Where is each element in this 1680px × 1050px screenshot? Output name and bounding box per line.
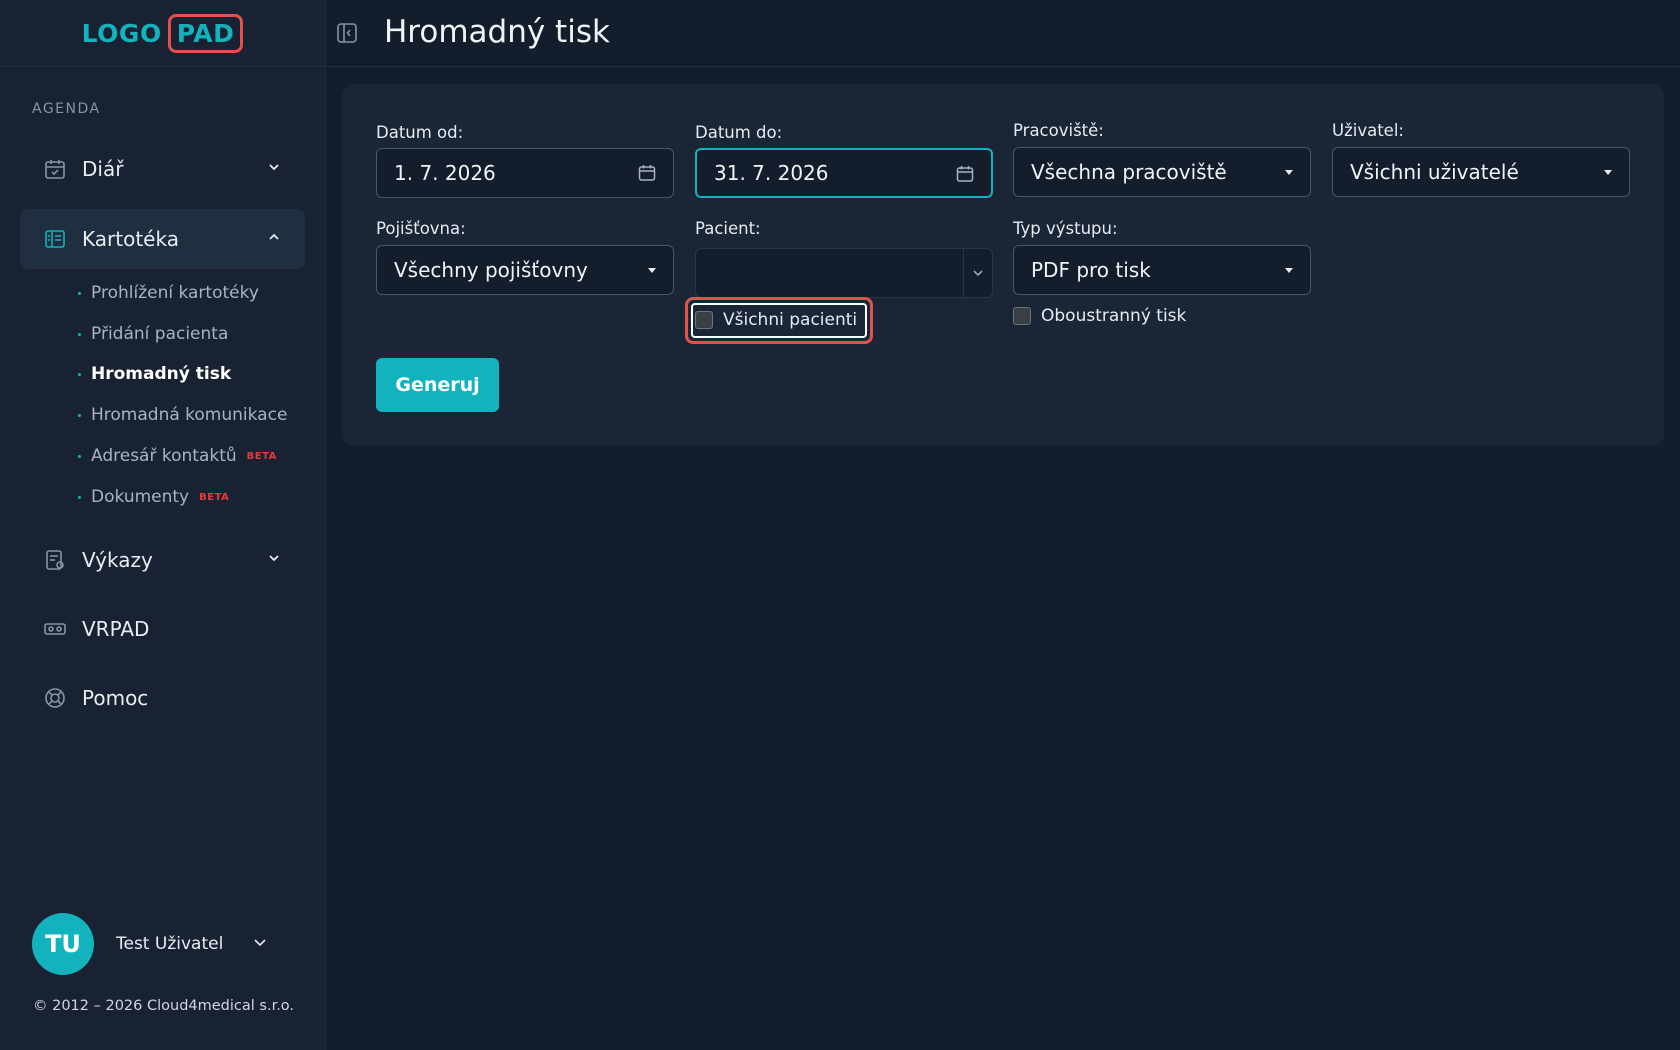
sidebar-item-label: Diář	[82, 157, 124, 181]
sidebar-item-pomoc[interactable]: Pomoc	[20, 668, 305, 728]
generate-button[interactable]: Generuj	[376, 358, 499, 412]
date-to-value: 31. 7. 2026	[714, 161, 829, 185]
sidebar-item-label: Kartotéka	[82, 227, 179, 251]
lifebuoy-icon	[42, 685, 68, 711]
user-filter-value: Všichni uživatelé	[1350, 160, 1519, 184]
chevron-down-icon	[252, 934, 268, 954]
sidebar: LOGO PAD AGENDA Diář Kartotéka Prohlížen…	[0, 0, 326, 1050]
sidebar-subitem-dokumenty[interactable]: Dokumenty BETA	[78, 487, 229, 507]
sidebar-item-label: VRPAD	[82, 617, 150, 641]
sidebar-item-diar[interactable]: Diář	[20, 139, 305, 199]
dropdown-caret-icon	[1285, 268, 1293, 273]
sidebar-subitem-hromadny-tisk[interactable]: Hromadný tisk	[78, 364, 231, 384]
report-icon	[42, 547, 68, 573]
output-type-value: PDF pro tisk	[1031, 258, 1151, 282]
sidebar-item-vykazy[interactable]: Výkazy	[20, 530, 305, 590]
workplace-value: Všechna pracoviště	[1031, 160, 1227, 184]
subitem-label: Přidání pacienta	[91, 324, 229, 344]
patient-combobox[interactable]	[695, 248, 993, 298]
date-from-label: Datum od:	[376, 123, 464, 142]
sidebar-item-kartoteka[interactable]: Kartotéka	[20, 209, 305, 269]
dropdown-caret-icon	[1285, 170, 1293, 175]
chevron-up-icon	[265, 228, 283, 246]
section-label-agenda: AGENDA	[32, 101, 101, 117]
beta-badge: BETA	[246, 450, 277, 462]
sidebar-subitem-hromadna-komunikace[interactable]: Hromadná komunikace	[78, 405, 287, 425]
sidebar-subitem-prohlizeni-kartoteky[interactable]: Prohlížení kartotéky	[78, 283, 259, 303]
patient-dropdown-button[interactable]	[963, 249, 992, 297]
subitem-label: Hromadná komunikace	[91, 405, 288, 425]
checkbox-box[interactable]	[695, 311, 713, 329]
date-from-value: 1. 7. 2026	[394, 161, 496, 185]
page-title: Hromadný tisk	[384, 14, 610, 50]
avatar: TU	[32, 913, 94, 975]
sidebar-item-vrpad[interactable]: VRPAD	[20, 599, 305, 659]
sidebar-item-label: Pomoc	[82, 686, 149, 710]
workplace-label: Pracoviště:	[1013, 121, 1104, 140]
all-patients-checkbox[interactable]: Všichni pacienti	[695, 310, 857, 330]
chevron-down-icon	[265, 158, 283, 176]
sidebar-subitem-pridani-pacienta[interactable]: Přidání pacienta	[78, 324, 228, 344]
all-patients-label: Všichni pacienti	[723, 310, 858, 330]
user-select[interactable]: Všichni uživatelé	[1332, 147, 1630, 197]
checkbox-box[interactable]	[1013, 307, 1031, 325]
bullet-dot	[78, 495, 81, 499]
calendar-icon[interactable]	[637, 163, 657, 183]
bullet-dot	[78, 413, 81, 417]
dropdown-caret-icon	[1604, 170, 1612, 175]
bullet-dot	[78, 454, 81, 458]
dropdown-caret-icon	[648, 268, 656, 273]
calendar-check-icon	[42, 156, 68, 182]
date-to-label: Datum do:	[695, 123, 783, 142]
subitem-label: Adresář kontaktů	[91, 446, 237, 466]
workplace-select[interactable]: Všechna pracoviště	[1013, 147, 1311, 197]
date-from-input[interactable]: 1. 7. 2026	[376, 148, 674, 198]
bullet-dot	[78, 291, 81, 295]
bullet-dot	[78, 372, 81, 376]
insurance-label: Pojišťovna:	[376, 219, 466, 238]
insurance-select[interactable]: Všechny pojišťovny	[376, 245, 674, 295]
header: Hromadný tisk	[326, 0, 1680, 67]
logo-bar: LOGO PAD	[0, 0, 325, 67]
date-to-input[interactable]: 31. 7. 2026	[695, 148, 993, 198]
insurance-value: Všechny pojišťovny	[394, 258, 588, 282]
sidebar-subitem-adresar-kontaktu[interactable]: Adresář kontaktů BETA	[78, 446, 277, 466]
sidebar-collapse-icon[interactable]	[336, 22, 360, 46]
subitem-label: Dokumenty	[91, 487, 190, 507]
chevron-down-icon	[973, 270, 983, 277]
copyright: © 2012 – 2026 Cloud4medical s.r.o.	[33, 998, 295, 1014]
duplex-print-checkbox[interactable]: Oboustranný tisk	[1013, 306, 1186, 326]
logo-text-logo: LOGO	[81, 18, 162, 48]
beta-badge: BETA	[199, 491, 230, 503]
subitem-label: Prohlížení kartotéky	[91, 283, 259, 303]
bullet-dot	[78, 332, 81, 336]
vr-headset-icon	[42, 616, 68, 642]
output-type-select[interactable]: PDF pro tisk	[1013, 245, 1311, 295]
output-type-label: Typ výstupu:	[1013, 219, 1118, 238]
user-filter-label: Uživatel:	[1332, 121, 1404, 140]
sidebar-item-label: Výkazy	[82, 548, 153, 572]
patient-label: Pacient:	[695, 219, 761, 238]
card-file-icon	[42, 226, 68, 252]
calendar-icon[interactable]	[955, 164, 975, 184]
user-name: Test Uživatel	[116, 934, 224, 954]
duplex-print-label: Oboustranný tisk	[1041, 306, 1187, 326]
logo-text-pad: PAD	[167, 13, 244, 53]
logo[interactable]: LOGO PAD	[81, 13, 244, 53]
subitem-label: Hromadný tisk	[91, 364, 232, 384]
user-menu[interactable]: TU Test Uživatel	[32, 912, 288, 976]
chevron-down-icon	[265, 549, 283, 567]
